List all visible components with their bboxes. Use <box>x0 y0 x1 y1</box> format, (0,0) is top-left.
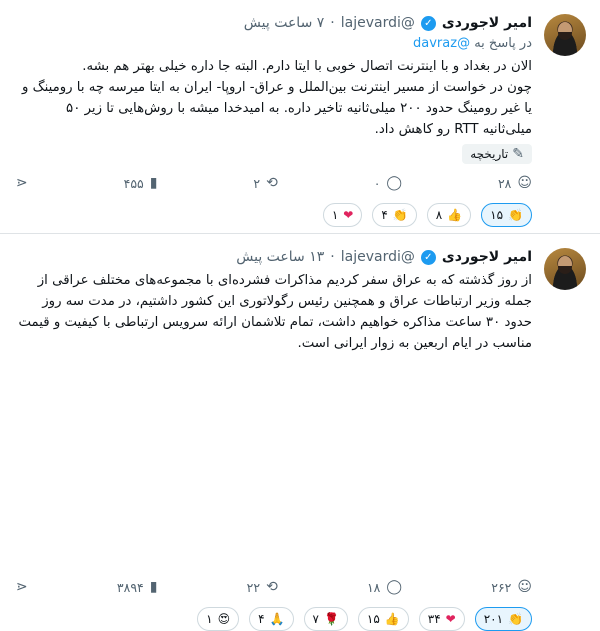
separator-dot: · <box>330 249 335 265</box>
history-tag-button[interactable]: ✎ تاریخچه <box>462 144 532 164</box>
clap-reaction-icon: 👏 <box>508 208 523 222</box>
verified-badge-icon: ✓ <box>420 15 436 31</box>
comments-count: ۰ <box>373 175 381 191</box>
comment-button[interactable]: ◯ ۰ <box>374 175 402 191</box>
views-indicator[interactable]: ▮ ۳۸۹۴ <box>117 579 158 595</box>
reaction-count: ۴ <box>258 612 265 626</box>
reaction-count: ۱۵ <box>366 612 380 626</box>
reaction-count: ۳۴ <box>427 612 441 626</box>
reactions-bar: 👏 ۱۵ 👍 ۸ 👏 ۴ ❤ ۱ <box>16 203 532 227</box>
post-card: امیر لاجوردی ✓ @lajevardi · ۷ ساعت پیش د… <box>0 0 600 234</box>
repost-button[interactable]: ⟲ ۲۲ <box>247 579 278 595</box>
author-handle[interactable]: @lajevardi <box>341 15 415 31</box>
reaction-count: ۲۰۱ <box>483 612 504 626</box>
rose-reaction-icon: 🌹 <box>323 612 339 626</box>
reaction-chip[interactable]: 👏 ۱۵ <box>481 203 532 227</box>
author-name[interactable]: امیر لاجوردی <box>442 15 532 31</box>
smile-plus-icon: ☺ <box>517 579 532 595</box>
thumbs-up-reaction-icon: 👍 <box>384 612 400 626</box>
heart-reaction-icon: ❤ <box>343 208 354 222</box>
add-reaction-button[interactable]: ☺ ۲۸ <box>498 175 532 191</box>
bar-chart-icon: ▮ <box>149 175 158 191</box>
repost-icon: ⟲ <box>266 175 278 191</box>
views-count: ۳۸۹۴ <box>116 579 144 595</box>
post-text: از روز گذشته که به عراق سفر کردیم مذاکرا… <box>18 273 532 351</box>
post-timestamp[interactable]: ۷ ساعت پیش <box>244 15 325 31</box>
reaction-chip[interactable]: ❤ ۳۴ <box>418 607 465 631</box>
reaction-chip[interactable]: 🙏 ۴ <box>249 607 294 631</box>
reaction-chip[interactable]: 👏 ۴ <box>372 203 417 227</box>
avatar-beard <box>558 266 572 274</box>
reaction-count: ۸ <box>435 208 443 222</box>
post-text: الان در بغداد و با اینترنت اتصال خوبی با… <box>22 59 532 137</box>
reaction-chip[interactable]: 👏 ۲۰۱ <box>474 607 532 631</box>
share-icon: ⋖ <box>16 175 28 191</box>
comment-icon: ◯ <box>386 579 403 595</box>
repost-button[interactable]: ⟲ ۲ <box>253 175 277 191</box>
replying-to: در پاسخ به @davraz <box>16 34 532 54</box>
pray-reaction-icon: 🙏 <box>269 612 285 626</box>
reaction-count: ۴ <box>381 208 388 222</box>
comments-count: ۱۸ <box>366 579 381 595</box>
pencil-icon: ✎ <box>512 146 524 162</box>
comment-button[interactable]: ◯ ۱۸ <box>367 579 402 595</box>
share-icon: ⋖ <box>16 579 28 595</box>
post-actions: ☺ ۲۸ ◯ ۰ ⟲ ۲ ▮ ۴۵۵ ⋖ <box>16 175 532 191</box>
reactions-count: ۲۸ <box>497 175 512 191</box>
reaction-count: ۱ <box>206 612 213 626</box>
history-tag-label: تاریخچه <box>470 147 509 161</box>
reaction-count: ۱۵ <box>490 208 504 222</box>
clap-reaction-icon: 👏 <box>508 612 523 626</box>
reposts-count: ۲۲ <box>246 579 261 595</box>
reaction-count: ۷ <box>312 612 319 626</box>
avatar[interactable] <box>544 14 586 56</box>
author-handle[interactable]: @lajevardi <box>341 249 415 265</box>
heart-reaction-icon: ❤ <box>445 612 456 626</box>
post-content: امیر لاجوردی ✓ @lajevardi · ۷ ساعت پیش د… <box>16 12 532 164</box>
thumbs-up-reaction-icon: 👍 <box>447 208 463 222</box>
verified-badge-icon: ✓ <box>420 249 436 265</box>
post-card: امیر لاجوردی ✓ @lajevardi · ۱۳ ساعت پیش … <box>0 234 600 631</box>
separator-dot: · <box>330 15 335 31</box>
clap-reaction-icon: 👏 <box>392 208 408 222</box>
reaction-chip[interactable]: 👍 ۱۵ <box>357 607 409 631</box>
bar-chart-icon: ▮ <box>149 579 158 595</box>
post-header: امیر لاجوردی ✓ @lajevardi · ۷ ساعت پیش <box>16 12 532 34</box>
share-button[interactable]: ⋖ <box>16 579 28 595</box>
comment-icon: ◯ <box>386 175 403 191</box>
replying-label: در پاسخ به <box>474 36 532 51</box>
repost-icon: ⟲ <box>266 579 278 595</box>
post-content: امیر لاجوردی ✓ @lajevardi · ۱۳ ساعت پیش … <box>16 246 532 354</box>
smile-plus-icon: ☺ <box>517 175 532 191</box>
reactions-count: ۲۶۲ <box>491 579 512 595</box>
share-button[interactable]: ⋖ <box>16 175 28 191</box>
avatar-beard <box>558 32 572 40</box>
reaction-count: ۱ <box>331 208 339 222</box>
post-header: امیر لاجوردی ✓ @lajevardi · ۱۳ ساعت پیش <box>16 246 532 268</box>
reposts-count: ۲ <box>253 175 261 191</box>
reaction-chip[interactable]: 😍 ۱ <box>197 607 240 631</box>
add-reaction-button[interactable]: ☺ ۲۶۲ <box>491 579 532 595</box>
reaction-chip[interactable]: ❤ ۱ <box>322 203 363 227</box>
author-name[interactable]: امیر لاجوردی <box>442 249 532 265</box>
post-timestamp[interactable]: ۱۳ ساعت پیش <box>236 249 324 265</box>
reaction-chip[interactable]: 🌹 ۷ <box>303 607 348 631</box>
reactions-bar: 👏 ۲۰۱ ❤ ۳۴ 👍 ۱۵ 🌹 ۷ 🙏 ۴ 😍 ۱ <box>16 607 532 631</box>
heart-eyes-reaction-icon: 😍 <box>217 612 231 626</box>
post-actions: ☺ ۲۶۲ ◯ ۱۸ ⟲ ۲۲ ▮ ۳۸۹۴ ⋖ <box>16 579 532 595</box>
avatar[interactable] <box>544 248 586 290</box>
views-count: ۴۵۵ <box>123 175 144 191</box>
views-indicator[interactable]: ▮ ۴۵۵ <box>124 175 158 191</box>
replying-mention-link[interactable]: @davraz <box>413 36 470 51</box>
reaction-chip[interactable]: 👍 ۸ <box>426 203 472 227</box>
